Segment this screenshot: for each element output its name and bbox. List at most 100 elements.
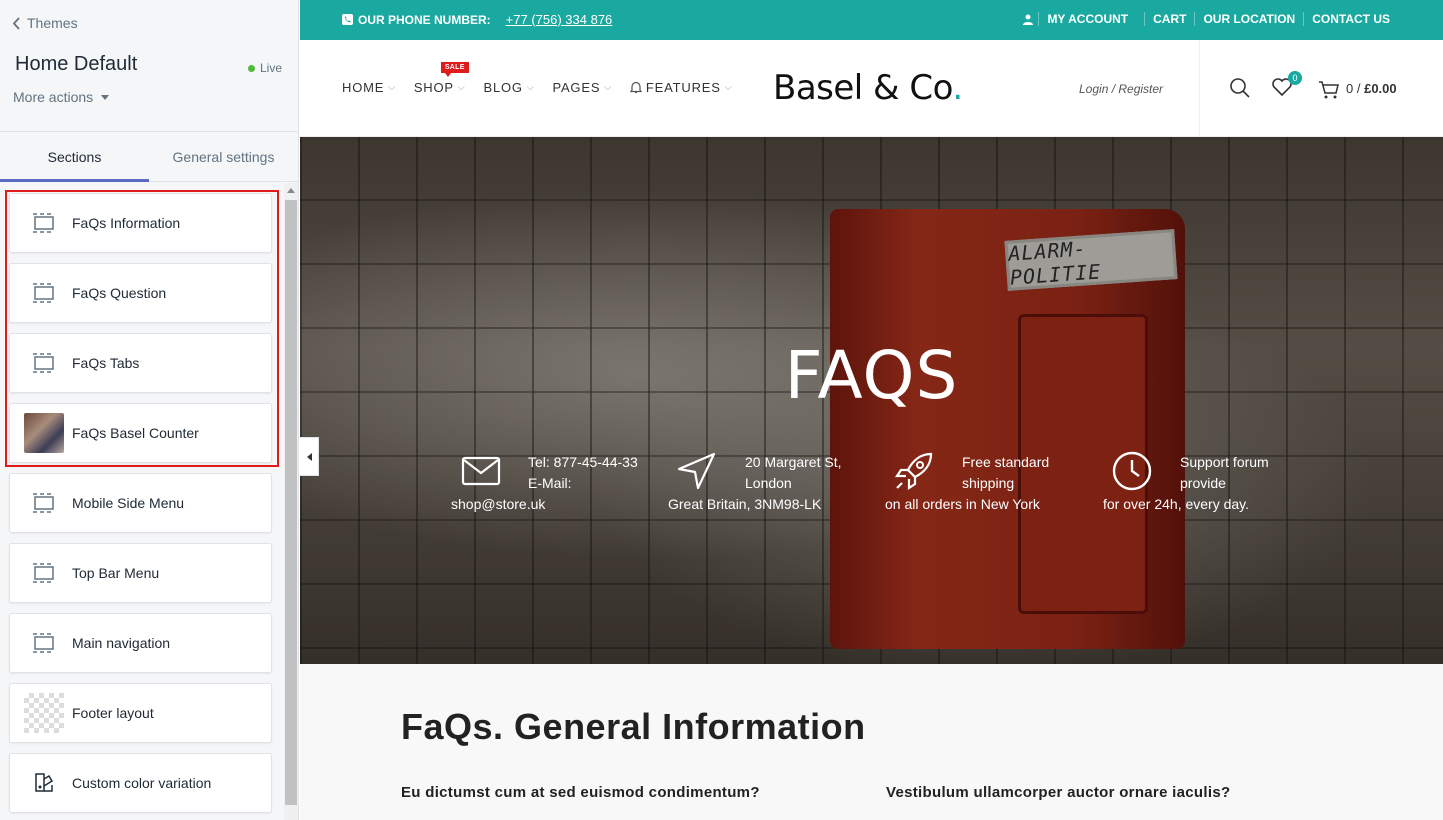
- info-address: 20 Margaret St, London Great Britain, 3N…: [668, 452, 878, 523]
- theme-editor-sidebar: Themes Home Default Live More actions Se…: [0, 0, 299, 820]
- info-line: on all orders in New York: [885, 496, 1040, 512]
- header-divider: [1199, 40, 1200, 137]
- phone-icon: [342, 14, 353, 25]
- section-label: Mobile Side Menu: [72, 495, 185, 511]
- info-contact: Tel: 877-45-44-33 E-Mail: shop@store.uk: [451, 453, 661, 523]
- nav-features[interactable]: FEATURES ⌵: [629, 80, 733, 95]
- info-line: London: [745, 475, 792, 491]
- section-item-faqs-information[interactable]: FaQs Information: [9, 193, 272, 253]
- site-header: HOME ⌵ SALE SHOP ⌵ BLOG ⌵ PAGES ⌵ FEATURES ⌵ B…: [300, 40, 1443, 137]
- section-item-custom-color-variation[interactable]: Custom color variation: [9, 753, 272, 813]
- section-label: FaQs Information: [72, 215, 181, 231]
- section-item-faqs-tabs[interactable]: FaQs Tabs: [9, 333, 272, 393]
- back-to-themes-link[interactable]: Themes: [12, 15, 78, 31]
- my-account-label: MY ACCOUNT: [1038, 12, 1136, 26]
- wishlist-count-badge: 0: [1288, 71, 1302, 85]
- hero-title: FAQS: [784, 337, 959, 414]
- nav-shop[interactable]: SALE SHOP ⌵: [414, 62, 469, 95]
- caret-down-icon: [101, 94, 110, 100]
- chevron-down-icon: ⌵: [526, 82, 535, 92]
- bell-icon: [629, 81, 642, 94]
- more-actions-button[interactable]: More actions: [13, 89, 110, 105]
- section-list: FaQs Information FaQs Question FaQs Tabs…: [0, 183, 282, 820]
- site-logo[interactable]: Basel & Co.: [773, 68, 963, 108]
- store-preview: OUR PHONE NUMBER: +77 (756) 334 876 MY A…: [300, 0, 1443, 820]
- nav-pages-label: PAGES: [552, 80, 601, 95]
- live-label: Live: [259, 61, 282, 75]
- cart-total[interactable]: 0 / £0.00: [1346, 81, 1397, 96]
- info-line: Great Britain, 3NM98-LK: [668, 496, 822, 512]
- info-line: E-Mail:: [528, 475, 572, 491]
- collapse-sidebar-button[interactable]: [300, 437, 319, 476]
- section-item-faqs-question[interactable]: FaQs Question: [9, 263, 272, 323]
- nav-features-label: FEATURES: [645, 80, 721, 95]
- cart-count: 0 /: [1346, 81, 1361, 96]
- contact-us-link[interactable]: CONTACT US: [1303, 12, 1398, 26]
- section-icon: [24, 343, 64, 383]
- phone-label: OUR PHONE NUMBER:: [358, 12, 491, 27]
- section-icon: [24, 483, 64, 523]
- chevron-down-icon: ⌵: [724, 82, 733, 92]
- chevron-left-icon: [12, 16, 20, 30]
- hero-banner: ALARM-POLITIE FAQS Tel: 877-45-44-33 E-M…: [300, 137, 1443, 664]
- nav-home-label: HOME: [342, 80, 385, 95]
- section-icon: [24, 623, 64, 663]
- tab-sections[interactable]: Sections: [0, 132, 149, 182]
- info-support: Support forum provide for over 24h, ever…: [1103, 451, 1313, 523]
- section-item-mobile-side-menu[interactable]: Mobile Side Menu: [9, 473, 272, 533]
- phone-number-link[interactable]: +77 (756) 334 876: [506, 12, 613, 27]
- section-item-faqs-basel-counter[interactable]: FaQs Basel Counter: [9, 403, 272, 463]
- faq-question[interactable]: Vestibulum ullamcorper auctor ornare iac…: [886, 784, 1230, 801]
- faq-section-title: FaQs. General Information: [401, 706, 866, 747]
- info-line: shipping: [962, 475, 1015, 491]
- sidebar-scrollbar[interactable]: [284, 183, 298, 820]
- logo-dot: .: [952, 68, 963, 108]
- more-actions-label: More actions: [13, 89, 94, 105]
- section-label: Custom color variation: [72, 775, 212, 791]
- section-icon: [24, 203, 64, 243]
- logo-text: Basel & Co: [773, 68, 953, 108]
- nav-blog-label: BLOG: [483, 80, 523, 95]
- info-line: for over 24h, every day.: [1103, 496, 1250, 512]
- section-item-main-navigation[interactable]: Main navigation: [9, 613, 272, 673]
- section-label: FaQs Basel Counter: [72, 425, 199, 441]
- section-label: FaQs Question: [72, 285, 167, 301]
- chevron-down-icon: ⌵: [604, 82, 612, 92]
- rocket-icon: [894, 452, 933, 491]
- scroll-thumb[interactable]: [285, 200, 297, 805]
- our-location-link[interactable]: OUR LOCATION: [1194, 12, 1303, 26]
- color-palette-icon: [24, 763, 64, 803]
- chevron-down-icon: ⌵: [457, 82, 466, 92]
- sale-badge: SALE: [440, 62, 469, 77]
- section-label: Main navigation: [72, 635, 171, 651]
- sidebar-tabs: Sections General settings: [0, 132, 298, 182]
- section-label: FaQs Tabs: [72, 355, 140, 371]
- faq-content: FaQs. General Information Eu dictumst cu…: [300, 664, 1443, 820]
- search-icon[interactable]: [1229, 77, 1251, 99]
- faq-question[interactable]: Eu dictumst cum at sed euismod condiment…: [401, 784, 760, 801]
- login-register-link[interactable]: Login / Register: [1079, 82, 1163, 96]
- cart-link[interactable]: CART: [1144, 12, 1194, 26]
- image-thumbnail: [24, 413, 64, 453]
- chevron-down-icon: ⌵: [388, 82, 396, 92]
- user-icon: [1023, 14, 1034, 25]
- tab-general-settings[interactable]: General settings: [149, 132, 298, 181]
- scroll-up-arrow-icon[interactable]: [287, 188, 295, 193]
- clock-icon: [1112, 451, 1152, 491]
- nav-home[interactable]: HOME ⌵: [342, 80, 396, 95]
- nav-blog[interactable]: BLOG ⌵: [484, 80, 535, 95]
- navigation-arrow-icon: [677, 452, 716, 490]
- section-item-footer-layout[interactable]: Footer layout: [9, 683, 272, 743]
- nav-pages[interactable]: PAGES ⌵: [552, 80, 611, 95]
- live-status: Live: [247, 61, 282, 75]
- section-label: Footer layout: [72, 705, 154, 721]
- main-nav: HOME ⌵ SALE SHOP ⌵ BLOG ⌵ PAGES ⌵ FEATURES ⌵: [342, 62, 733, 95]
- section-item-top-bar-menu[interactable]: Top Bar Menu: [9, 543, 272, 603]
- section-label: Top Bar Menu: [72, 565, 160, 581]
- my-account-link[interactable]: MY ACCOUNT: [1015, 12, 1144, 26]
- info-line: Free standard: [962, 454, 1050, 470]
- phone-info: OUR PHONE NUMBER: +77 (756) 334 876: [342, 12, 612, 27]
- cart-icon[interactable]: [1318, 80, 1340, 100]
- info-line: 20 Margaret St,: [745, 454, 842, 470]
- mail-icon: [461, 456, 501, 486]
